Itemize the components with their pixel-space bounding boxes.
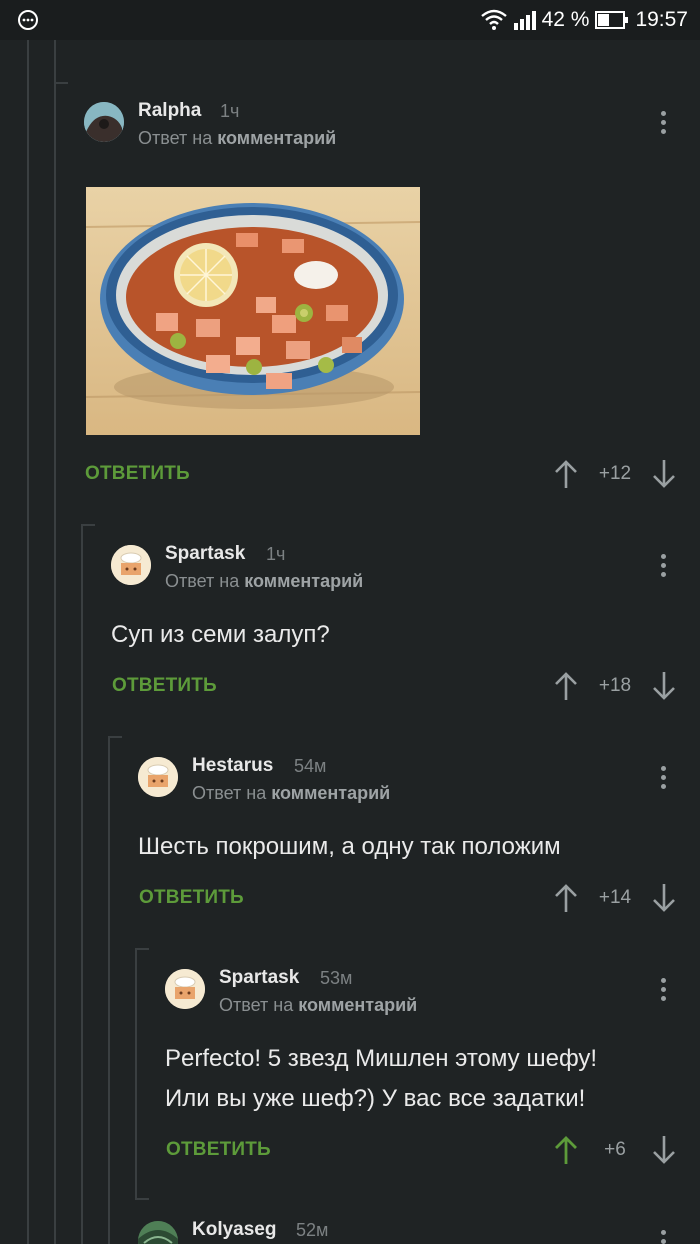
more-options-icon[interactable]	[661, 766, 667, 792]
avatar[interactable]	[165, 969, 205, 1009]
reply-to-target: комментарий	[298, 995, 418, 1015]
comment-time: 52м	[296, 1220, 329, 1240]
comment-time: 1ч	[266, 544, 286, 564]
comment-author[interactable]: Kolyaseg	[192, 1219, 276, 1241]
comment-author[interactable]: Spartask	[165, 543, 245, 565]
avatar-image	[111, 545, 151, 585]
avatar-image	[165, 969, 205, 1009]
thread-line	[108, 736, 122, 738]
avatar[interactable]	[138, 757, 178, 797]
downvote-arrow-icon[interactable]	[651, 671, 677, 701]
reply-to-line[interactable]: Ответ на комментарий	[219, 995, 417, 1016]
reply-to-target: комментарий	[217, 128, 337, 148]
comment-text: Шесть покрошим, а одну так положим	[138, 833, 561, 860]
reply-button[interactable]: ОТВЕТИТЬ	[85, 463, 190, 485]
reply-to-prefix: Ответ на	[138, 128, 213, 148]
reply-to-target: комментарий	[244, 571, 364, 591]
comment-time: 1ч	[220, 101, 240, 121]
comment-text-line: Perfecto! 5 звезд Мишлен этому шефу!	[165, 1045, 598, 1072]
thread-line	[81, 524, 95, 526]
reply-to-prefix: Ответ на	[192, 783, 267, 803]
thread-line	[108, 736, 110, 1244]
reply-button[interactable]: ОТВЕТИТЬ	[166, 1139, 271, 1161]
reply-to-prefix: Ответ на	[219, 995, 294, 1015]
comment-author[interactable]: Spartask	[219, 967, 299, 989]
reply-to-line[interactable]: Ответ на комментарий	[138, 128, 336, 149]
comment-score: +6	[604, 1139, 626, 1160]
comment-image[interactable]	[86, 187, 420, 435]
upvote-arrow-icon[interactable]	[553, 1135, 579, 1165]
reply-to-line[interactable]: Ответ на комментарий	[165, 571, 363, 592]
reply-button[interactable]: ОТВЕТИТЬ	[112, 675, 217, 697]
reply-button[interactable]: ОТВЕТИТЬ	[139, 887, 244, 909]
upvote-arrow-icon[interactable]	[553, 459, 579, 489]
comment-time: 54м	[294, 756, 327, 776]
comment-author[interactable]: Hestarus	[192, 755, 273, 777]
more-options-icon[interactable]	[661, 978, 667, 1004]
downvote-arrow-icon[interactable]	[651, 883, 677, 913]
thread-line	[135, 948, 137, 1198]
avatar-image	[84, 102, 124, 142]
soup-image	[86, 187, 420, 435]
reply-to-line[interactable]: Ответ на комментарий	[192, 783, 390, 804]
reply-to-target: комментарий	[271, 783, 391, 803]
comment-text-line: Или вы уже шеф?) У вас все задатки!	[165, 1085, 586, 1112]
avatar-image	[138, 1221, 178, 1244]
comment-time: 53м	[320, 968, 353, 988]
reply-to-prefix: Ответ на	[165, 571, 240, 591]
more-options-icon[interactable]	[661, 554, 667, 580]
comment: Ralpha 1ч Ответ на комментарий ОТВЕТИТЬ …	[0, 0, 700, 520]
comment-score: +12	[598, 463, 632, 484]
avatar[interactable]	[84, 102, 124, 142]
more-options-icon[interactable]	[661, 1230, 667, 1244]
screen: 42 % 19:57 Ralpha 1ч Ответ на комментари…	[0, 0, 700, 1244]
comment-author[interactable]: Ralpha	[138, 100, 201, 122]
downvote-arrow-icon[interactable]	[651, 1135, 677, 1165]
comment-score: +18	[598, 675, 632, 696]
comment-text: Суп из семи залуп?	[111, 621, 330, 648]
avatar[interactable]	[138, 1221, 178, 1244]
avatar-image	[138, 757, 178, 797]
upvote-arrow-icon[interactable]	[553, 671, 579, 701]
downvote-arrow-icon[interactable]	[651, 459, 677, 489]
thread-line	[135, 948, 149, 950]
more-options-icon[interactable]	[661, 111, 667, 137]
upvote-arrow-icon[interactable]	[553, 883, 579, 913]
comment-score: +14	[598, 887, 632, 908]
thread-line	[81, 524, 83, 1244]
avatar[interactable]	[111, 545, 151, 585]
thread-line	[135, 1198, 149, 1200]
